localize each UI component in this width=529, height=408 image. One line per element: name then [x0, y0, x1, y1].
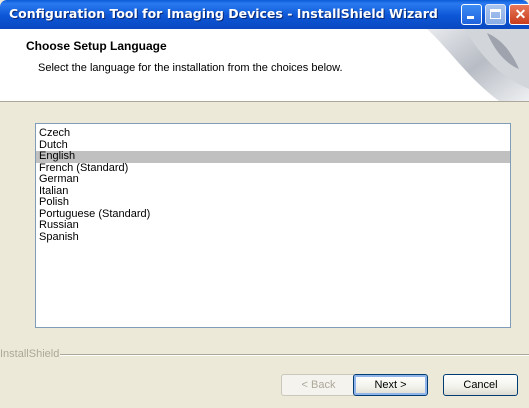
language-item-french[interactable]: French (Standard) [36, 162, 510, 175]
next-button[interactable]: Next > [353, 374, 428, 396]
minimize-icon [467, 16, 474, 19]
language-item-polish[interactable]: Polish [36, 196, 510, 209]
installshield-page-curl-icon [427, 29, 529, 101]
installshield-brand: InstallShield [0, 348, 60, 360]
language-listbox[interactable]: Czech Dutch English French (Standard) Ge… [35, 123, 511, 328]
language-item-english[interactable]: English [36, 150, 510, 163]
title-bar[interactable]: Configuration Tool for Imaging Devices -… [0, 0, 529, 29]
language-item-dutch[interactable]: Dutch [36, 139, 510, 152]
language-item-italian[interactable]: Italian [36, 185, 510, 198]
close-button[interactable]: ✕ [509, 4, 529, 25]
page-title: Choose Setup Language [26, 39, 167, 53]
language-item-portuguese[interactable]: Portuguese (Standard) [36, 208, 510, 221]
language-item-russian[interactable]: Russian [36, 219, 510, 232]
window-title: Configuration Tool for Imaging Devices -… [9, 6, 438, 21]
page-subtitle: Select the language for the installation… [38, 62, 343, 74]
cancel-button[interactable]: Cancel [443, 374, 518, 396]
wizard-header: Choose Setup Language Select the languag… [0, 29, 529, 102]
close-icon: ✕ [514, 6, 527, 22]
minimize-button[interactable] [461, 4, 482, 25]
footer-divider [60, 354, 529, 356]
language-item-spanish[interactable]: Spanish [36, 231, 510, 244]
back-button[interactable]: < Back [281, 374, 356, 396]
language-item-czech[interactable]: Czech [36, 127, 510, 140]
language-item-german[interactable]: German [36, 173, 510, 186]
maximize-icon [490, 9, 501, 19]
maximize-button[interactable] [485, 4, 506, 25]
